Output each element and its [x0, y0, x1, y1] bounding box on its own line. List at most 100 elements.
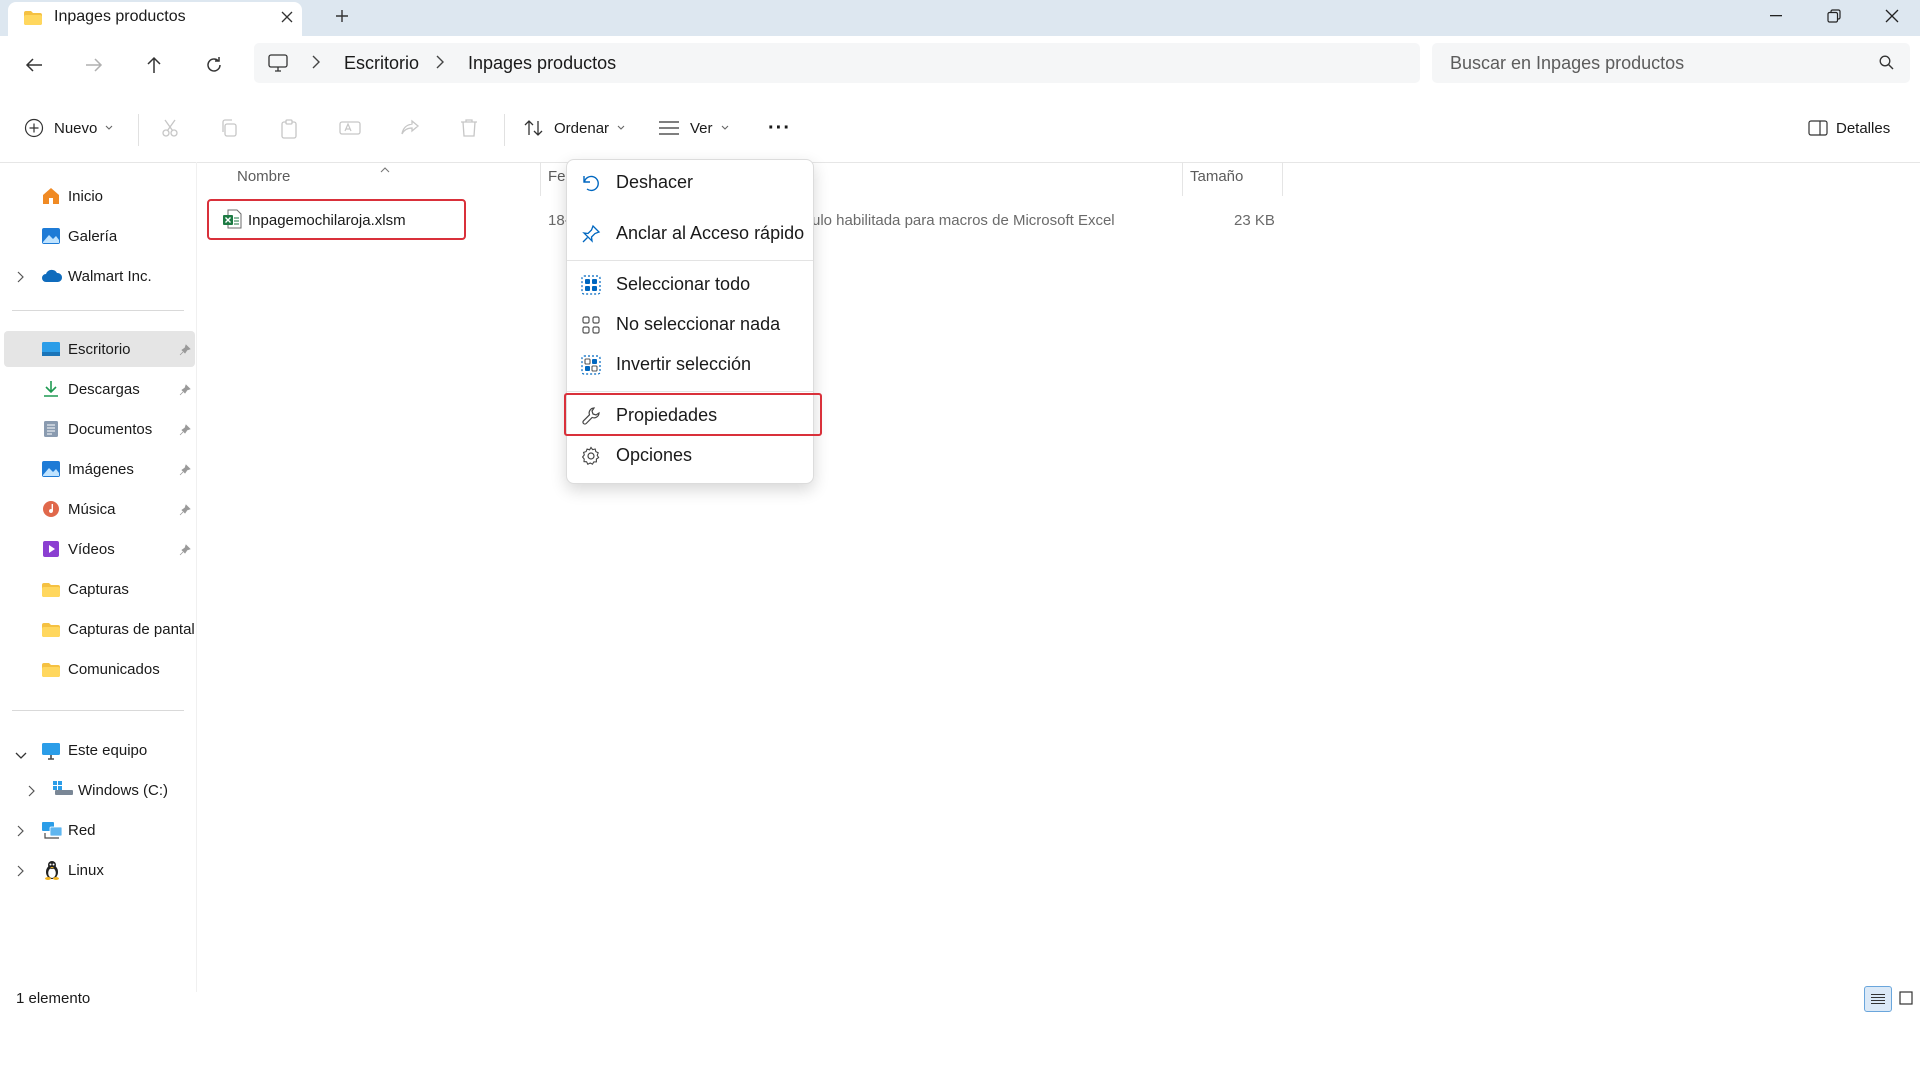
menu-item-seleccionar-todo[interactable]: Seleccionar todo: [571, 267, 809, 303]
sidebar-item-label: Documentos: [68, 421, 153, 438]
search-icon[interactable]: [1879, 55, 1894, 75]
view-button[interactable]: Ver: [658, 112, 729, 144]
rename-icon[interactable]: [339, 118, 361, 143]
close-window-icon[interactable]: [1862, 0, 1920, 32]
back-arrow-icon[interactable]: [18, 49, 50, 81]
menu-item-invertir-seleccion[interactable]: Invertir selección: [571, 347, 809, 383]
column-header-name[interactable]: Nombre: [237, 168, 290, 185]
sidebar-item-comunicados[interactable]: Comunicados: [4, 651, 195, 687]
folder-icon: [41, 662, 61, 683]
sidebar-item-walmart[interactable]: Walmart Inc.: [4, 258, 195, 294]
menu-divider: [567, 391, 813, 392]
sidebar-item-label: Escritorio: [68, 341, 131, 358]
forward-arrow-icon[interactable]: [78, 49, 110, 81]
chevron-right-icon[interactable]: [436, 55, 444, 74]
sidebar-item-musica[interactable]: Música: [4, 491, 195, 527]
chevron-right-icon[interactable]: [17, 864, 24, 882]
gallery-icon: [41, 227, 61, 250]
sidebar-item-red[interactable]: Red: [4, 812, 195, 848]
command-bar: Nuevo Ordenar Ver ··· Detalles: [0, 94, 1920, 163]
pin-icon[interactable]: [179, 423, 191, 441]
pane-splitter[interactable]: [196, 162, 197, 992]
chevron-down-icon[interactable]: [15, 746, 27, 764]
share-icon[interactable]: [400, 118, 420, 143]
refresh-icon[interactable]: [198, 49, 230, 81]
sidebar-item-capturas-de-pantalla[interactable]: Capturas de pantall: [4, 611, 195, 647]
sidebar-item-imagenes[interactable]: Imágenes: [4, 451, 195, 487]
details-view-icon[interactable]: [1864, 986, 1892, 1012]
sidebar-item-videos[interactable]: Vídeos: [4, 531, 195, 567]
pin-icon[interactable]: [179, 383, 191, 401]
column-divider[interactable]: [1182, 162, 1183, 196]
paste-icon[interactable]: [279, 118, 299, 145]
address-bar[interactable]: Escritorio Inpages productos: [254, 43, 1420, 83]
drive-icon: [52, 780, 74, 801]
sort-button[interactable]: Ordenar: [524, 112, 625, 144]
chevron-right-icon[interactable]: [17, 824, 24, 842]
sidebar-item-label: Imágenes: [68, 461, 134, 478]
sidebar-item-inicio[interactable]: Inicio: [4, 178, 195, 214]
details-button[interactable]: Detalles: [1808, 112, 1890, 144]
sidebar-item-windows-c[interactable]: Windows (C:): [4, 772, 195, 808]
sidebar-item-label: Linux: [68, 862, 104, 879]
sidebar-item-label: Red: [68, 822, 96, 839]
menu-item-opciones[interactable]: Opciones: [571, 438, 809, 474]
pin-icon[interactable]: [179, 463, 191, 481]
menu-item-deshacer[interactable]: Deshacer: [571, 165, 809, 201]
pin-icon[interactable]: [179, 343, 191, 361]
delete-icon[interactable]: [460, 118, 478, 143]
more-options-menu: Deshacer Anclar al Acceso rápido Selecci…: [564, 159, 822, 484]
column-divider[interactable]: [1282, 162, 1283, 196]
close-tab-icon[interactable]: [276, 6, 298, 28]
menu-item-label: Opciones: [616, 445, 693, 465]
breadcrumb-inpages-productos[interactable]: Inpages productos: [468, 53, 616, 74]
sort-icon: [524, 119, 544, 137]
tiles-view-icon[interactable]: [1893, 986, 1919, 1010]
up-arrow-icon[interactable]: [138, 49, 170, 81]
pin-icon[interactable]: [179, 503, 191, 521]
pin-icon[interactable]: [179, 543, 191, 561]
sidebar-item-label: Vídeos: [68, 541, 115, 558]
sidebar-item-capturas[interactable]: Capturas: [4, 571, 195, 607]
computer-icon: [41, 742, 61, 765]
sidebar-item-documentos[interactable]: Documentos: [4, 411, 195, 447]
pin-icon: [581, 224, 601, 249]
menu-divider: [567, 260, 813, 261]
restore-icon[interactable]: [1804, 0, 1864, 32]
sidebar-item-linux[interactable]: Linux: [4, 852, 195, 888]
sidebar-item-label: Windows (C:): [78, 782, 169, 799]
search-input[interactable]: Buscar en Inpages productos: [1432, 43, 1910, 83]
menu-item-anclar-acceso-rapido[interactable]: Anclar al Acceso rápido: [571, 216, 809, 252]
toolbar-divider: [138, 114, 139, 146]
sidebar-item-descargas[interactable]: Descargas: [4, 371, 195, 407]
menu-item-propiedades[interactable]: Propiedades: [564, 393, 822, 436]
chevron-down-icon: [617, 125, 625, 131]
new-button[interactable]: Nuevo: [24, 112, 113, 144]
document-icon: [43, 420, 59, 443]
new-tab-icon[interactable]: [330, 4, 354, 28]
tab-inpages-productos[interactable]: Inpages productos: [8, 2, 302, 36]
column-divider[interactable]: [540, 162, 541, 196]
column-header-size[interactable]: Tamaño: [1190, 168, 1243, 185]
desktop-icon: [41, 341, 61, 362]
details-pane-icon: [1808, 120, 1828, 136]
chevron-right-icon[interactable]: [312, 55, 320, 74]
view-button-label: Ver: [690, 119, 713, 137]
more-options-button[interactable]: ···: [768, 112, 791, 144]
copy-icon[interactable]: [219, 118, 239, 143]
sidebar-item-label: Walmart Inc.: [68, 268, 152, 285]
menu-item-no-seleccionar-nada[interactable]: No seleccionar nada: [571, 307, 809, 343]
breadcrumb-escritorio[interactable]: Escritorio: [344, 53, 419, 74]
chevron-right-icon[interactable]: [17, 270, 24, 288]
gear-icon: [581, 446, 601, 471]
cut-icon[interactable]: [160, 118, 180, 143]
chevron-right-icon[interactable]: [28, 784, 35, 802]
file-name: Inpagemochilaroja.xlsm: [248, 212, 406, 229]
sidebar-item-escritorio[interactable]: Escritorio: [4, 331, 195, 367]
sidebar-item-galeria[interactable]: Galería: [4, 218, 195, 254]
excel-file-icon: [222, 209, 242, 234]
sidebar-item-este-equipo[interactable]: Este equipo: [4, 732, 195, 768]
minimize-icon[interactable]: [1746, 0, 1806, 32]
sidebar-divider: [12, 710, 184, 711]
linux-icon: [43, 860, 61, 885]
